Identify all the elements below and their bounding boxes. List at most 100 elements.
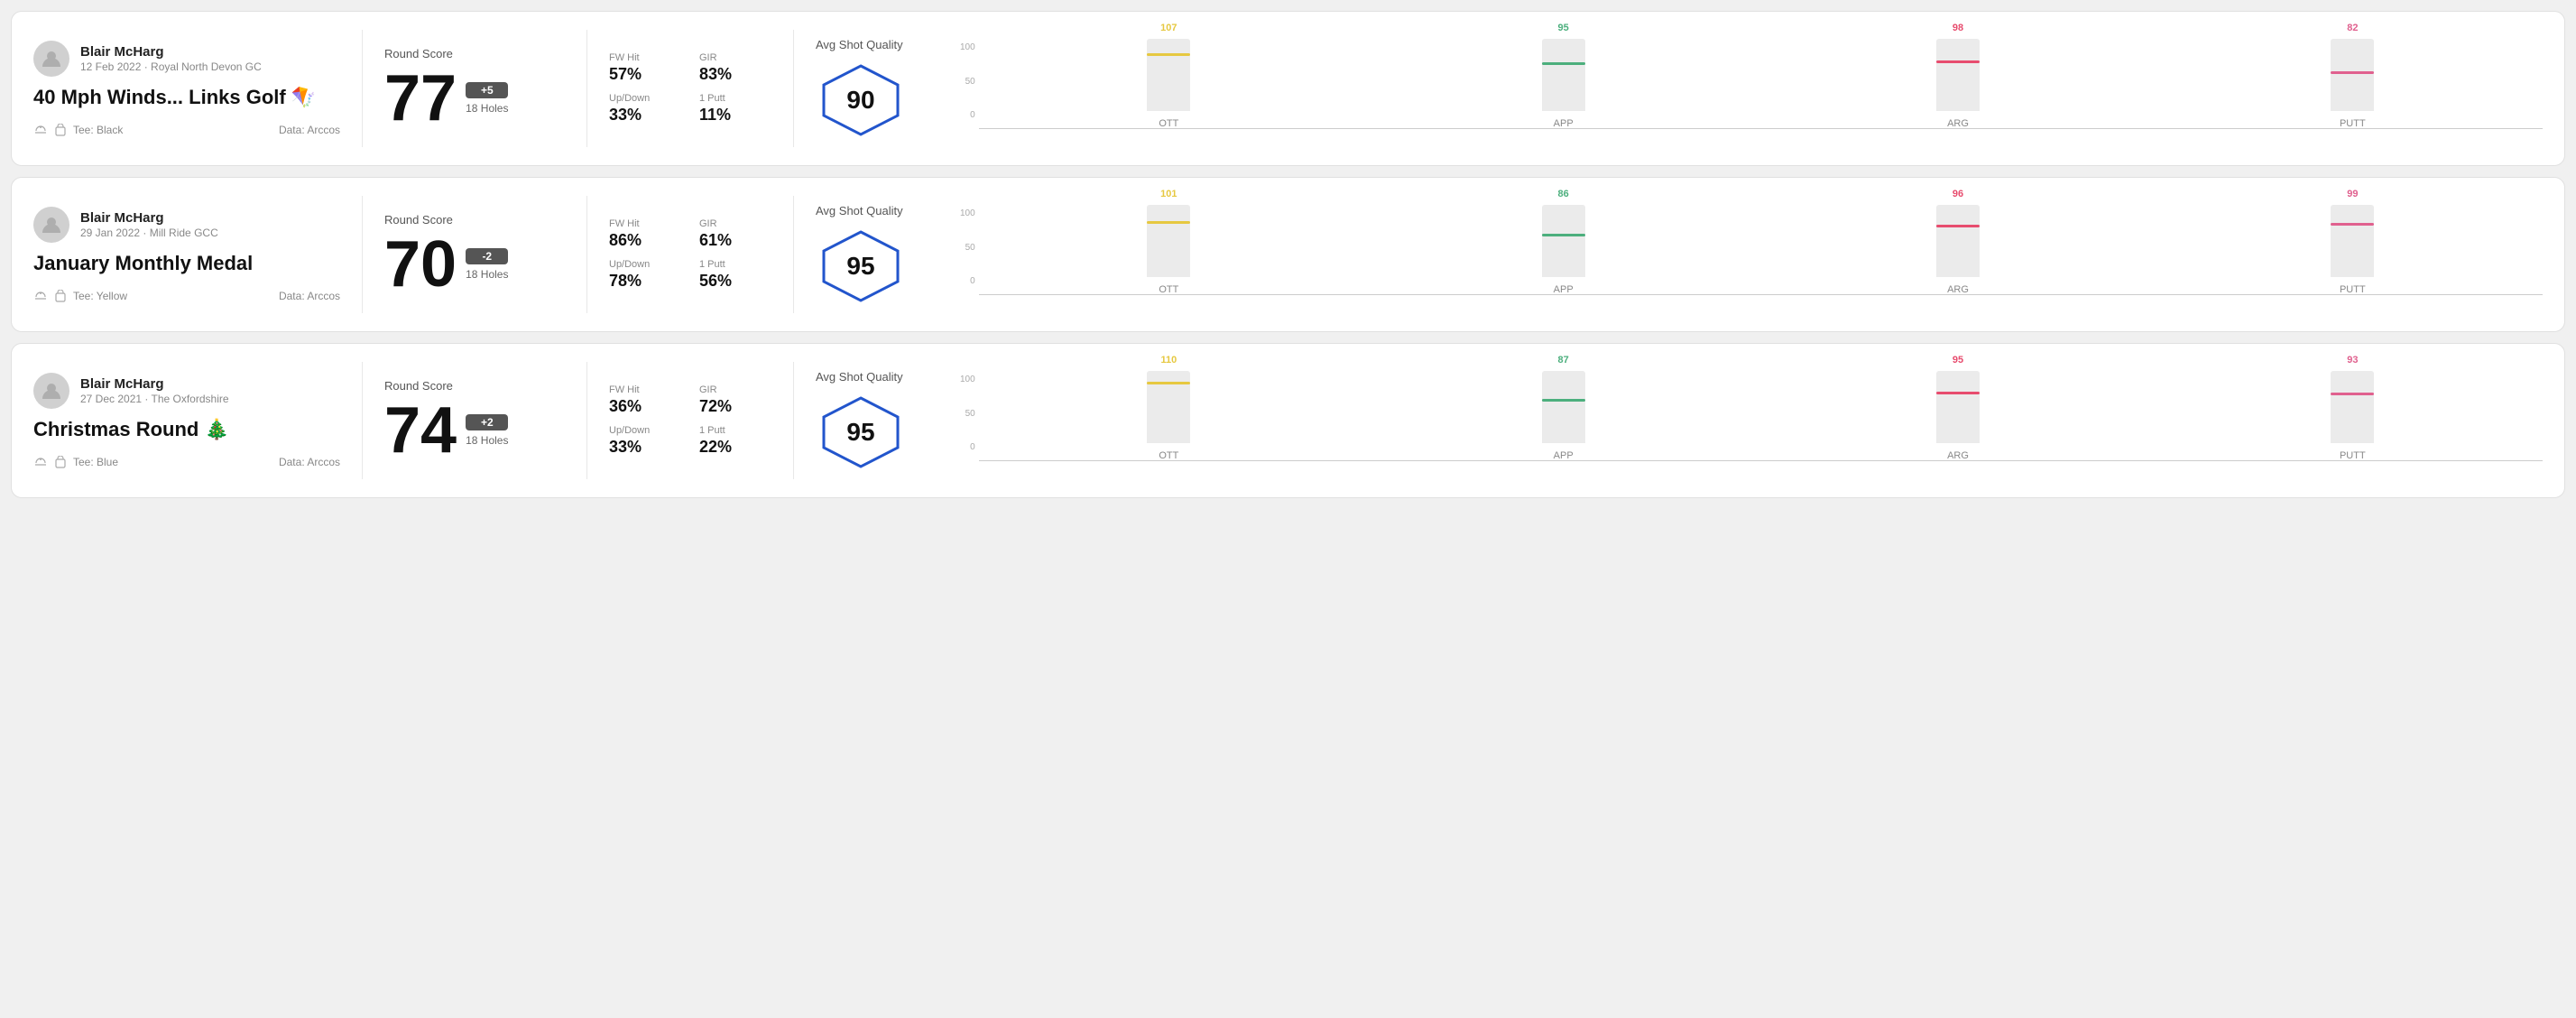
player-footer: Tee: Blue Data: Arccos: [33, 456, 340, 468]
oneputt-stat: 1 Putt 11%: [699, 93, 771, 125]
tee-label: Tee: Yellow: [73, 290, 127, 302]
player-section: Blair McHarg 12 Feb 2022 · Royal North D…: [33, 41, 340, 136]
score-badge: +2: [466, 414, 508, 430]
divider: [793, 30, 794, 147]
player-name: Blair McHarg: [80, 210, 218, 226]
player-name: Blair McHarg: [80, 376, 229, 392]
oneputt-label: 1 Putt: [699, 93, 771, 104]
chart-bar-ott: 110 OTT: [979, 355, 1359, 461]
player-section: Blair McHarg 29 Jan 2022 · Mill Ride GCC…: [33, 207, 340, 302]
score-label: Round Score: [384, 213, 565, 227]
gir-stat: GIR 72%: [699, 384, 771, 416]
bag-icon: [53, 290, 68, 302]
chart-bar-putt: 93 PUTT: [2163, 355, 2543, 461]
gir-label: GIR: [699, 218, 771, 229]
chart-bar-putt: 82 PUTT: [2163, 23, 2543, 129]
tee-info: Tee: Yellow: [33, 290, 127, 302]
data-source: Data: Arccos: [279, 290, 340, 302]
fw-hit-label: FW Hit: [609, 384, 681, 395]
round-card: Blair McHarg 12 Feb 2022 · Royal North D…: [11, 11, 2565, 166]
bar-value: 95: [1558, 23, 1569, 33]
chart-y-100: 100: [960, 375, 975, 384]
oneputt-stat: 1 Putt 22%: [699, 425, 771, 457]
score-label: Round Score: [384, 47, 565, 60]
gir-label: GIR: [699, 384, 771, 395]
chart-section: 100 50 0 107 OTT 95 APP 98 ARG 82: [960, 30, 2543, 147]
divider: [793, 362, 794, 479]
bar-value: 96: [1953, 189, 1963, 199]
bar-value: 87: [1558, 355, 1569, 366]
chart-bar-arg: 98 ARG: [1768, 23, 2147, 129]
divider: [586, 30, 587, 147]
bar-value: 95: [1953, 355, 1963, 366]
chart-bar-arg: 96 ARG: [1768, 189, 2147, 295]
player-date: 29 Jan 2022 · Mill Ride GCC: [80, 227, 218, 239]
round-title: 40 Mph Winds... Links Golf 🪁: [33, 86, 340, 109]
quality-hexagon: 95: [816, 227, 906, 306]
bar-value: 110: [1160, 355, 1177, 366]
avatar: [33, 41, 69, 77]
oneputt-value: 56%: [699, 272, 771, 291]
player-date: 12 Feb 2022 · Royal North Devon GC: [80, 60, 262, 73]
chart-y-50: 50: [960, 243, 975, 253]
round-title: January Monthly Medal: [33, 252, 340, 275]
oneputt-stat: 1 Putt 56%: [699, 259, 771, 291]
gir-label: GIR: [699, 52, 771, 63]
bag-icon: [53, 124, 68, 136]
gir-value: 61%: [699, 231, 771, 250]
player-header: Blair McHarg 12 Feb 2022 · Royal North D…: [33, 41, 340, 77]
fw-hit-label: FW Hit: [609, 218, 681, 229]
bar-value: 82: [2347, 23, 2358, 33]
score-row: 70 -2 18 Holes: [384, 232, 565, 297]
player-date: 27 Dec 2021 · The Oxfordshire: [80, 393, 229, 405]
updown-value: 78%: [609, 272, 681, 291]
quality-label: Avg Shot Quality: [816, 38, 903, 51]
fw-hit-value: 57%: [609, 65, 681, 84]
updown-value: 33%: [609, 106, 681, 125]
divider: [586, 196, 587, 313]
avatar: [33, 207, 69, 243]
fw-hit-stat: FW Hit 36%: [609, 384, 681, 416]
stats-section: FW Hit 86% GIR 61% Up/Down 78% 1 Putt 56…: [609, 218, 771, 291]
oneputt-label: 1 Putt: [699, 425, 771, 436]
chart-bar-app: 87 APP: [1373, 355, 1753, 461]
chart-section: 100 50 0 110 OTT 87 APP 95 ARG 93: [960, 362, 2543, 479]
chart-bar-app: 95 APP: [1373, 23, 1753, 129]
quality-label: Avg Shot Quality: [816, 370, 903, 384]
chart-y-100: 100: [960, 208, 975, 218]
score-holes: 18 Holes: [466, 102, 508, 115]
score-section: Round Score 77 +5 18 Holes: [384, 47, 565, 131]
quality-number: 90: [846, 86, 874, 115]
updown-value: 33%: [609, 438, 681, 457]
player-header: Blair McHarg 29 Jan 2022 · Mill Ride GCC: [33, 207, 340, 243]
oneputt-value: 22%: [699, 438, 771, 457]
tee-info: Tee: Blue: [33, 456, 118, 468]
chart-bar-arg: 95 ARG: [1768, 355, 2147, 461]
stats-section: FW Hit 36% GIR 72% Up/Down 33% 1 Putt 22…: [609, 384, 771, 457]
tee-info: Tee: Black: [33, 124, 123, 136]
gir-value: 72%: [699, 397, 771, 416]
score-holes: 18 Holes: [466, 268, 508, 281]
quality-section: Avg Shot Quality 95: [816, 204, 960, 306]
weather-icon: [33, 457, 48, 467]
player-footer: Tee: Black Data: Arccos: [33, 124, 340, 136]
quality-section: Avg Shot Quality 95: [816, 370, 960, 472]
oneputt-label: 1 Putt: [699, 259, 771, 270]
chart-bar-putt: 99 PUTT: [2163, 189, 2543, 295]
chart-y-0: 0: [960, 110, 975, 120]
chart-section: 100 50 0 101 OTT 86 APP 96 ARG 99: [960, 196, 2543, 313]
bar-value: 107: [1160, 23, 1177, 33]
weather-icon: [33, 125, 48, 135]
chart-y-0: 0: [960, 276, 975, 286]
chart-bar-ott: 107 OTT: [979, 23, 1359, 129]
data-source: Data: Arccos: [279, 124, 340, 136]
score-row: 77 +5 18 Holes: [384, 66, 565, 131]
chart-y-50: 50: [960, 77, 975, 87]
bar-value: 101: [1160, 189, 1177, 199]
bar-value: 98: [1953, 23, 1963, 33]
weather-icon: [33, 291, 48, 301]
chart-y-100: 100: [960, 42, 975, 52]
chart-y-0: 0: [960, 442, 975, 452]
bar-value: 99: [2347, 189, 2358, 199]
divider: [362, 362, 363, 479]
